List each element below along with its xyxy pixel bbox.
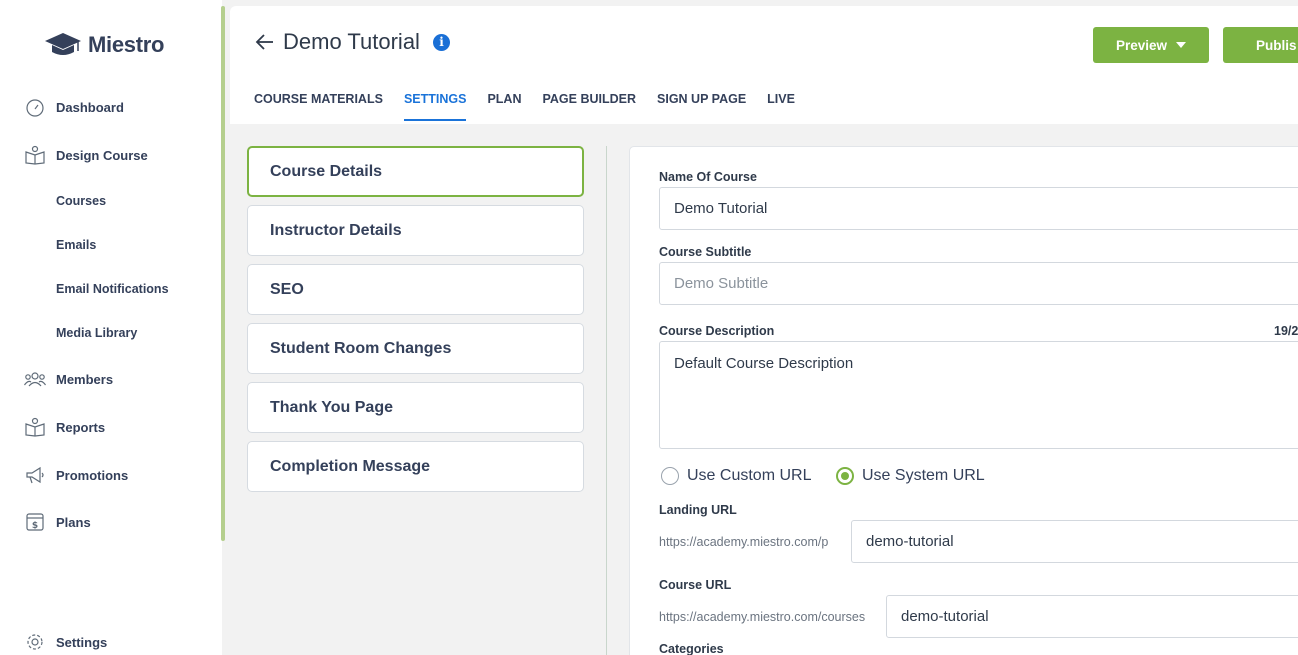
settings-item-instructor-details[interactable]: Instructor Details <box>247 205 584 256</box>
tab-settings[interactable]: SETTINGS <box>403 92 467 121</box>
course-url-input[interactable]: demo-tutorial <box>886 595 1298 638</box>
settings-item-seo[interactable]: SEO <box>247 264 584 315</box>
sidebar-item-plans[interactable]: $ Plans <box>24 512 91 532</box>
megaphone-icon <box>24 465 46 485</box>
sidebar-scrollbar[interactable] <box>221 6 225 541</box>
settings-item-completion-message[interactable]: Completion Message <box>247 441 584 492</box>
logo[interactable]: Miestro <box>44 31 164 59</box>
gear-icon <box>24 632 46 652</box>
sidebar-item-media-library[interactable]: Media Library <box>56 326 137 340</box>
custom-url-radio[interactable] <box>661 467 679 485</box>
course-url-prefix: https://academy.miestro.com/courses <box>659 610 866 624</box>
description-char-counter: 19/2 <box>1274 324 1298 338</box>
sidebar-item-label: Dashboard <box>56 99 124 115</box>
course-subtitle-label: Course Subtitle <box>659 245 752 259</box>
landing-url-input[interactable]: demo-tutorial <box>851 520 1298 563</box>
sidebar-item-design-course[interactable]: Design Course <box>24 145 148 165</box>
use-custom-url-option[interactable]: Use Custom URL <box>661 467 811 485</box>
landing-url-prefix: https://academy.miestro.com/p <box>659 535 829 549</box>
sidebar-item-email-notifications[interactable]: Email Notifications <box>56 282 169 296</box>
sidebar-item-label: Plans <box>56 514 91 530</box>
app-name: Miestro <box>88 32 165 57</box>
sidebar-item-label: Members <box>56 371 114 387</box>
course-details-form: Name Of Course Demo Tutorial Course Subt… <box>629 146 1298 655</box>
tab-plan[interactable]: PLAN <box>487 92 521 121</box>
sidebar-item-reports[interactable]: Reports <box>24 417 105 437</box>
preview-button[interactable]: Preview <box>1093 27 1209 63</box>
tab-bar: COURSE MATERIALS SETTINGS PLAN PAGE BUIL… <box>254 92 816 121</box>
use-system-url-option[interactable]: Use System URL <box>836 467 985 485</box>
sidebar-item-members[interactable]: Members <box>24 369 113 389</box>
course-description-textarea[interactable]: Default Course Description <box>659 341 1298 449</box>
preview-button-label: Preview <box>1115 37 1168 53</box>
use-system-url-label: Use System URL <box>862 467 985 484</box>
use-custom-url-label: Use Custom URL <box>687 467 812 484</box>
settings-item-student-room-changes[interactable]: Student Room Changes <box>247 323 584 374</box>
report-book-icon <box>24 417 46 437</box>
settings-item-course-details[interactable]: Course Details <box>247 146 584 197</box>
sidebar-item-settings[interactable]: Settings <box>24 632 107 652</box>
sidebar-item-emails[interactable]: Emails <box>56 238 96 252</box>
publish-button-label: Publis <box>1256 37 1297 53</box>
name-of-course-input[interactable]: Demo Tutorial <box>659 187 1298 230</box>
name-of-course-label: Name Of Course <box>659 170 757 184</box>
publish-button[interactable]: Publis <box>1223 27 1298 63</box>
settings-menu: Course Details Instructor Details SEO St… <box>247 146 584 500</box>
settings-item-thank-you-page[interactable]: Thank You Page <box>247 382 584 433</box>
sidebar-item-promotions[interactable]: Promotions <box>24 465 128 485</box>
svg-text:$: $ <box>32 521 38 531</box>
gauge-icon <box>24 97 46 117</box>
sidebar-item-label: Design Course <box>56 147 148 163</box>
people-icon <box>24 369 46 389</box>
dollar-box-icon: $ <box>24 512 46 532</box>
landing-url-label: Landing URL <box>659 503 737 517</box>
course-url-label: Course URL <box>659 578 732 592</box>
tab-page-builder[interactable]: PAGE BUILDER <box>542 92 636 121</box>
panel-divider <box>606 146 607 655</box>
page-header: Demo Tutorial i Preview Publis COURSE MA… <box>230 6 1298 124</box>
course-description-label: Course Description <box>659 324 775 338</box>
sidebar: Miestro Dashboard Design Course Courses … <box>0 0 222 655</box>
page-title: Demo Tutorial <box>283 29 420 54</box>
course-subtitle-input[interactable]: Demo Subtitle <box>659 262 1298 305</box>
sidebar-item-dashboard[interactable]: Dashboard <box>24 97 124 117</box>
system-url-radio[interactable] <box>836 467 854 485</box>
sidebar-item-courses[interactable]: Courses <box>56 194 106 208</box>
tab-sign-up-page[interactable]: SIGN UP PAGE <box>657 92 746 121</box>
info-icon[interactable]: i <box>433 34 450 51</box>
back-arrow-icon[interactable] <box>254 31 276 53</box>
categories-label: Categories <box>659 642 724 655</box>
caret-down-icon <box>1176 42 1187 48</box>
tab-course-materials[interactable]: COURSE MATERIALS <box>254 92 383 121</box>
graduation-cap-icon <box>45 33 81 55</box>
sidebar-item-label: Reports <box>56 419 106 435</box>
open-book-icon <box>24 145 46 165</box>
sidebar-item-label: Settings <box>56 634 108 650</box>
sidebar-item-label: Promotions <box>56 467 129 483</box>
tab-live[interactable]: LIVE <box>767 92 795 121</box>
